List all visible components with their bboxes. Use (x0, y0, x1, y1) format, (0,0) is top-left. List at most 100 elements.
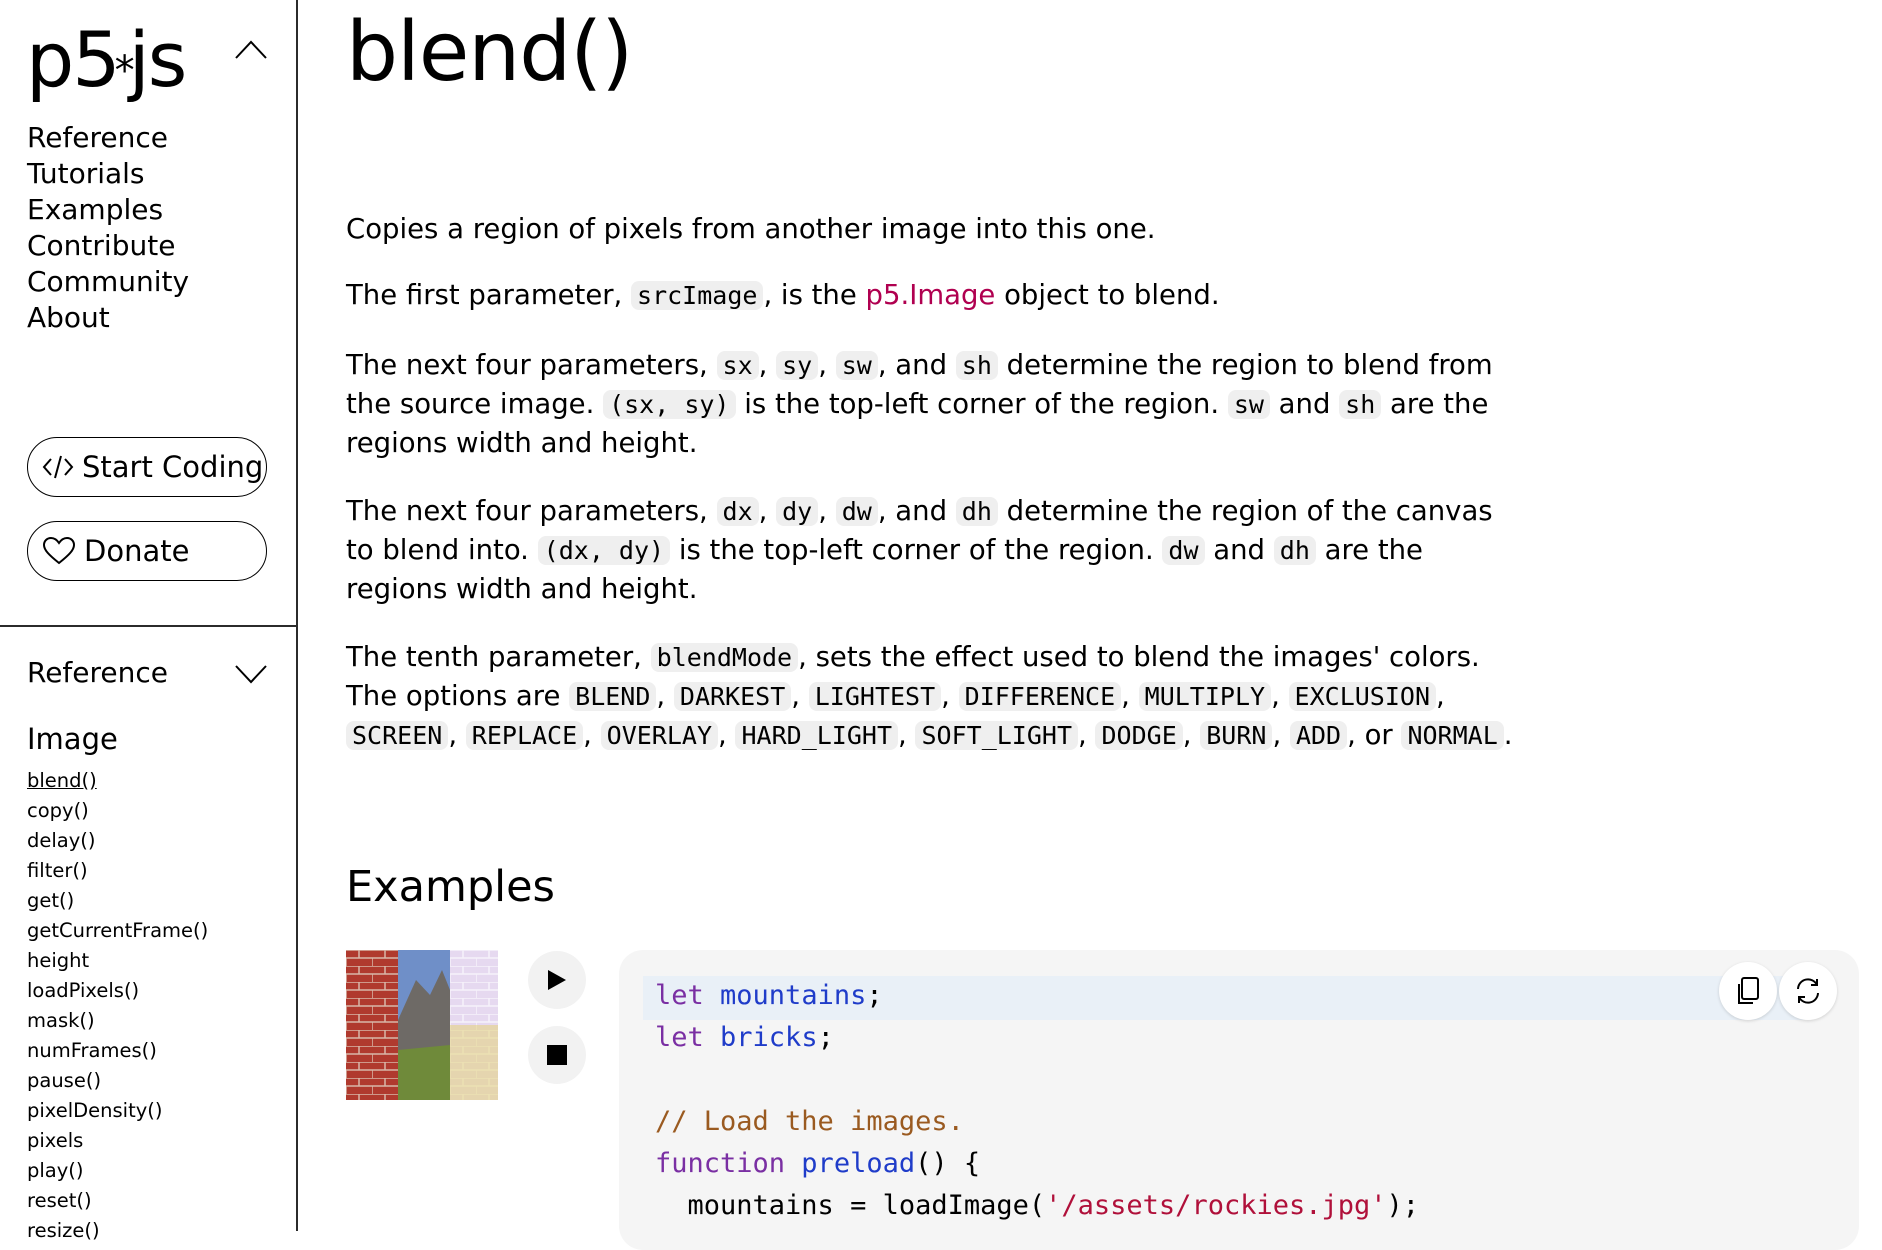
nav-contribute[interactable]: Contribute (27, 228, 189, 264)
ref-item-delay[interactable]: delay() (27, 826, 208, 856)
inline-code: dh (1273, 536, 1316, 565)
chevron-up-icon[interactable] (234, 38, 268, 60)
p5js-logo[interactable]: p5*js (26, 22, 187, 98)
chevron-down-icon[interactable] (234, 664, 268, 686)
play-button[interactable] (528, 951, 586, 1009)
code-line-1: let mountains; (655, 980, 883, 1011)
separator: , (1078, 719, 1096, 751)
nav-tutorials[interactable]: Tutorials (27, 156, 189, 192)
blend-mode-code: DODGE (1095, 721, 1183, 750)
start-coding-label: Start Coding (82, 450, 264, 484)
blend-mode-code: BLEND (569, 682, 657, 711)
code-text: mountains = loadImage( (655, 1190, 1046, 1221)
nav-reference[interactable]: Reference (27, 120, 189, 156)
code-line-2: let bricks; (655, 1022, 834, 1053)
ref-item-pause[interactable]: pause() (27, 1066, 208, 1096)
ref-item-numframes[interactable]: numFrames() (27, 1036, 208, 1066)
blend-mode-code: DARKEST (673, 682, 792, 711)
code-editor[interactable]: let mountains; let bricks; // Load the i… (619, 950, 1859, 1250)
donate-label: Donate (84, 534, 190, 568)
text: , (758, 349, 777, 381)
identifier: bricks (703, 1022, 818, 1053)
nav-about[interactable]: About (27, 300, 189, 336)
inline-code: dw (1162, 536, 1205, 565)
description-paragraph-2: The first parameter, srcImage, is the p5… (346, 276, 1516, 315)
ref-item-mask[interactable]: mask() (27, 1006, 208, 1036)
text: , (818, 349, 836, 381)
ref-item-copy[interactable]: copy() (27, 796, 208, 826)
logo-text: p5 (26, 15, 121, 104)
keyword: let (655, 1022, 704, 1053)
inline-code: sw (835, 351, 878, 380)
text: is the top-left corner of the region. (670, 534, 1163, 566)
nav-community[interactable]: Community (27, 264, 189, 300)
inline-code: sy (776, 351, 819, 380)
ref-item-blend[interactable]: blend() (27, 766, 208, 796)
punct: ); (1386, 1190, 1420, 1221)
separator: , (941, 680, 959, 712)
ref-item-play[interactable]: play() (27, 1156, 208, 1186)
stop-icon (547, 1045, 567, 1065)
keyword: function (655, 1148, 786, 1179)
text: , and (877, 349, 956, 381)
separator: , (1121, 680, 1139, 712)
text: object to blend. (995, 279, 1220, 311)
example-canvas-image (346, 950, 498, 1100)
inline-code: sx (716, 351, 759, 380)
inline-code: dw (835, 497, 878, 526)
ref-item-filter[interactable]: filter() (27, 856, 208, 886)
text: , and (877, 495, 956, 527)
examples-heading: Examples (346, 862, 555, 912)
donate-button[interactable]: Donate (27, 521, 267, 581)
text: The tenth parameter, (346, 641, 651, 673)
ref-item-height[interactable]: height (27, 946, 208, 976)
blend-mode-code: DIFFERENCE (958, 682, 1122, 711)
separator: , (791, 680, 809, 712)
nav-examples[interactable]: Examples (27, 192, 189, 228)
reset-code-button[interactable] (1779, 962, 1837, 1020)
p5-image-link[interactable]: p5.Image (866, 279, 996, 311)
inline-code: dx (716, 497, 759, 526)
description-paragraph-3: The next four parameters, sx, sy, sw, an… (346, 346, 1516, 463)
blend-mode-code: EXCLUSION (1288, 682, 1437, 711)
code-line-4: // Load the images. (655, 1106, 964, 1137)
reference-section-header[interactable]: Reference (27, 656, 168, 689)
main-nav: Reference Tutorials Examples Contribute … (27, 120, 189, 336)
inline-code: sh (955, 351, 998, 380)
start-coding-button[interactable]: Start Coding (27, 437, 267, 497)
punct: ; (866, 980, 883, 1011)
category-heading-image: Image (27, 722, 118, 756)
separator: , (1182, 719, 1201, 751)
separator: , (718, 719, 736, 751)
text: , (818, 495, 836, 527)
text: The next four parameters, (346, 495, 717, 527)
code-line-6: mountains = loadImage('/assets/rockies.j… (655, 1190, 1420, 1221)
separator: , (656, 680, 674, 712)
code-icon (42, 455, 74, 479)
ref-item-reset[interactable]: reset() (27, 1186, 208, 1216)
ref-item-getcurrentframe[interactable]: getCurrentFrame() (27, 916, 208, 946)
ref-item-pixels[interactable]: pixels (27, 1126, 208, 1156)
text: The next four parameters, (346, 349, 717, 381)
blend-mode-code: BURN (1200, 721, 1273, 750)
text: , is the (763, 279, 866, 311)
description-paragraph-4: The next four parameters, dx, dy, dw, an… (346, 492, 1516, 609)
text: . (1503, 719, 1513, 751)
blend-mode-code: LIGHTEST (808, 682, 942, 711)
blend-mode-code: HARD_LIGHT (735, 721, 898, 750)
blend-mode-code: REPLACE (465, 721, 584, 750)
copy-icon (1738, 977, 1759, 1004)
ref-item-loadpixels[interactable]: loadPixels() (27, 976, 208, 1006)
ref-item-pixeldensity[interactable]: pixelDensity() (27, 1096, 208, 1126)
inline-code: (sx, sy) (603, 390, 736, 419)
separator: , (1271, 680, 1289, 712)
stop-button[interactable] (528, 1026, 586, 1084)
string-literal: '/assets/rockies.jpg' (1045, 1190, 1387, 1221)
description-paragraph-1: Copies a region of pixels from another i… (346, 213, 1156, 245)
ref-item-resize[interactable]: resize() (27, 1216, 208, 1246)
blend-mode-code: OVERLAY (600, 721, 718, 750)
copy-code-button[interactable] (1719, 962, 1777, 1020)
ref-item-get[interactable]: get() (27, 886, 208, 916)
inline-code: NORMAL (1401, 721, 1504, 750)
inline-code: srcImage (631, 281, 764, 310)
